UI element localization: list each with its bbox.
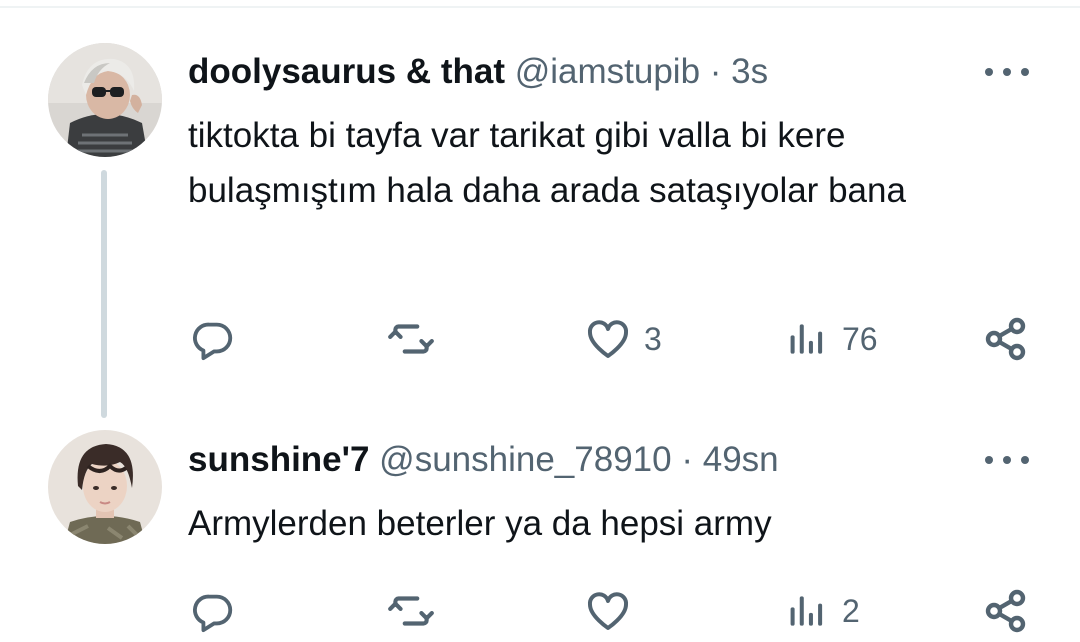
tweet-header: sunshine'7 @sunshine_78910 · 49sn [188,440,779,480]
display-name[interactable]: doolysaurus & that [188,52,505,91]
more-icon[interactable] [985,62,1029,82]
avatar[interactable] [48,43,162,157]
heart-icon [584,315,632,363]
like-count: 3 [644,320,662,357]
action-bar: 3 76 [0,314,1080,364]
repost-button[interactable] [386,586,448,636]
like-button[interactable]: 3 [584,314,662,364]
repost-button[interactable] [386,314,448,364]
reply-button[interactable] [190,586,248,636]
more-icon[interactable] [985,450,1029,470]
tweet-2[interactable]: sunshine'7 @sunshine_78910 · 49sn Armyle… [0,420,1080,642]
user-handle[interactable]: @sunshine_78910 [379,440,671,479]
like-button[interactable] [584,586,644,636]
share-icon [982,587,1030,635]
thread-line [101,170,107,418]
reply-button[interactable] [190,314,248,364]
separator-dot: · [681,440,693,479]
views-icon [786,317,830,361]
display-name[interactable]: sunshine'7 [188,440,369,479]
repost-icon [386,586,436,636]
separator-dot: · [709,52,722,91]
view-count: 2 [842,592,860,629]
timestamp[interactable]: 3s [731,52,768,91]
share-button[interactable] [982,586,1030,636]
avatar[interactable] [48,430,162,544]
views-icon [786,589,830,633]
share-button[interactable] [982,314,1030,364]
views-button[interactable]: 2 [786,586,860,636]
action-bar: 2 [0,586,1080,636]
reply-icon [190,316,236,362]
tweet-1[interactable]: doolysaurus & that @iamstupib · 3s tikto… [0,0,1080,420]
tweet-text: Armylerden beterler ya da hepsi army [188,504,772,543]
tweet-header: doolysaurus & that @iamstupib · 3s [188,52,768,92]
heart-icon [584,587,632,635]
views-button[interactable]: 76 [786,314,878,364]
tweet-text: tiktokta bi tayfa var tarikat gibi valla… [188,116,906,210]
repost-icon [386,314,436,364]
share-icon [982,315,1030,363]
reply-icon [190,588,236,634]
timestamp[interactable]: 49sn [703,440,779,479]
user-handle[interactable]: @iamstupib [515,52,700,91]
view-count: 76 [842,320,878,357]
